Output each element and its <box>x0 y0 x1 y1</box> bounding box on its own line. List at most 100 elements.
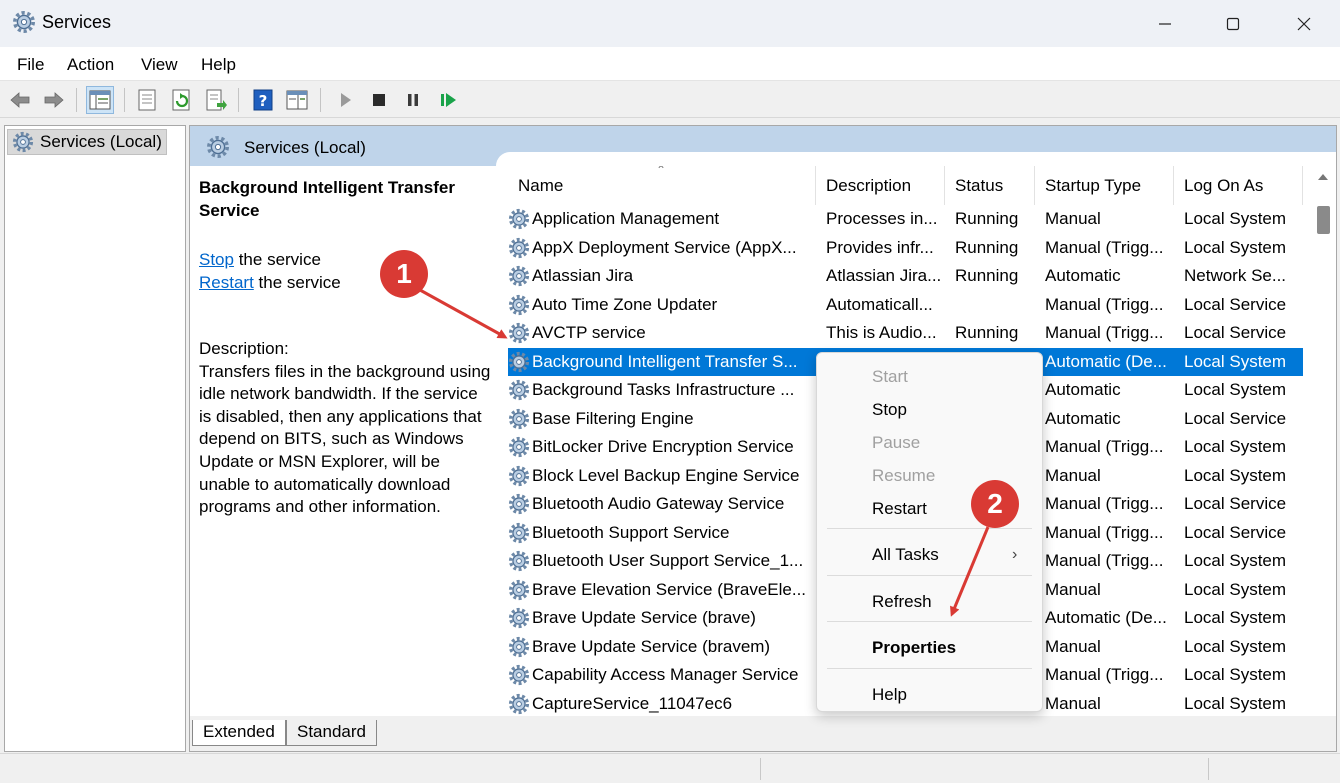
cell-log-on-as: Local System <box>1184 665 1287 684</box>
cell-name: Base Filtering Engine <box>532 408 694 428</box>
title-bar: Services <box>0 0 1340 47</box>
context-menu-help[interactable]: Help <box>872 684 907 706</box>
service-row[interactable]: AVCTP service This is Audio... Running Manu… <box>508 319 1303 348</box>
menu-file[interactable]: File <box>17 55 44 75</box>
cell-description: Processes in... <box>826 209 938 228</box>
tab-standard[interactable]: Standard <box>286 720 377 746</box>
help-toolbar-button[interactable]: ? <box>249 86 277 114</box>
column-header-status[interactable]: Status <box>945 166 1035 205</box>
minimize-icon <box>1159 22 1171 25</box>
cell-description: Automaticall... <box>826 294 933 314</box>
context-menu-restart[interactable]: Restart <box>872 498 927 520</box>
menu-help[interactable]: Help <box>201 55 236 75</box>
cell-log-on-as: Network Se... <box>1184 266 1287 285</box>
help-icon: ? <box>253 89 273 111</box>
stop-service-link[interactable]: Stop <box>199 250 234 269</box>
start-service-button[interactable] <box>331 86 359 114</box>
cell-name: Bluetooth Support Service <box>532 522 730 542</box>
cell-name: Block Level Backup Engine Service <box>532 465 800 485</box>
cell-log-on-as: Local System <box>1184 465 1287 485</box>
cell-startup-type: Manual <box>1045 693 1101 713</box>
context-menu-stop[interactable]: Stop <box>872 399 907 421</box>
cell-startup-type: Manual <box>1045 636 1101 656</box>
back-button[interactable] <box>6 86 34 114</box>
cell-log-on-as: Local System <box>1184 579 1287 599</box>
cell-log-on-as: Local Service <box>1184 294 1287 314</box>
cell-startup-type: Manual (Trigg... <box>1045 494 1164 513</box>
back-arrow-icon <box>10 92 30 108</box>
scroll-up-icon[interactable] <box>1318 174 1328 180</box>
menu-bar: File Action View Help <box>0 47 1340 81</box>
restart-icon <box>441 93 456 107</box>
pause-service-button[interactable] <box>399 86 427 114</box>
export-list-button[interactable] <box>202 86 230 114</box>
cell-startup-type: Manual (Trigg... <box>1045 323 1164 342</box>
cell-name: Bluetooth User Support Service_1... <box>532 551 804 570</box>
service-row[interactable]: Application Management Processes in... Run… <box>508 205 1303 234</box>
cell-startup-type: Manual (Trigg... <box>1045 294 1164 314</box>
context-menu-pause[interactable]: Pause <box>872 432 920 454</box>
cell-startup-type: Automatic <box>1045 408 1121 428</box>
cell-description: This is Audio... <box>826 323 937 342</box>
view-toolbar-button[interactable] <box>283 86 311 114</box>
service-row[interactable]: Auto Time Zone Updater Automaticall... Man… <box>508 291 1303 320</box>
annotation-badge-2: 2 <box>971 480 1019 528</box>
cell-name: Background Intelligent Transfer S... <box>532 351 798 371</box>
pause-icon <box>408 94 418 106</box>
cell-startup-type: Manual (Trigg... <box>1045 237 1164 257</box>
column-header-startup-type[interactable]: Startup Type <box>1035 166 1174 205</box>
service-row[interactable]: AppX Deployment Service (AppX... Provides… <box>508 234 1303 263</box>
cell-description: Atlassian Jira... <box>826 266 942 285</box>
cell-log-on-as: Local Service <box>1184 323 1287 342</box>
cell-startup-type: Manual <box>1045 209 1101 228</box>
restart-link-suffix: the service <box>253 273 341 292</box>
restart-service-button[interactable] <box>434 86 462 114</box>
context-menu-resume[interactable]: Resume <box>872 465 935 487</box>
refresh-toolbar-button[interactable] <box>168 86 196 114</box>
forward-button[interactable] <box>40 86 68 114</box>
menu-action[interactable]: Action <box>67 55 114 75</box>
cell-log-on-as: Local System <box>1184 209 1287 228</box>
vertical-scrollbar[interactable] <box>1311 166 1336 715</box>
properties-toolbar-button[interactable] <box>133 86 161 114</box>
service-row[interactable]: Atlassian Jira Atlassian Jira... Running Au… <box>508 262 1303 291</box>
tree-item-services-local[interactable]: Services (Local) <box>7 129 167 155</box>
cell-status: Running <box>955 237 1019 257</box>
context-menu-properties[interactable]: Properties <box>872 637 956 659</box>
svg-text:?: ? <box>259 92 268 110</box>
pane-header: Services (Local) <box>190 126 1336 166</box>
cell-name: Atlassian Jira <box>532 266 634 285</box>
cell-log-on-as: Local Service <box>1184 522 1287 542</box>
stop-icon <box>373 94 385 106</box>
stop-link-suffix: the service <box>233 250 321 269</box>
context-menu-start[interactable]: Start <box>872 366 908 388</box>
restart-service-link[interactable]: Restart <box>199 273 254 292</box>
selected-service-name: Background Intelligent Transfer Service <box>199 178 455 220</box>
cell-log-on-as: Local System <box>1184 437 1287 456</box>
context-menu-refresh[interactable]: Refresh <box>872 591 932 613</box>
cell-log-on-as: Local System <box>1184 608 1287 627</box>
maximize-button[interactable] <box>1210 0 1256 47</box>
console-tree-icon <box>89 90 111 110</box>
cell-name: CaptureService_11047ec6 <box>532 693 733 713</box>
show-hide-console-tree-button[interactable] <box>86 86 114 114</box>
cell-name: AppX Deployment Service (AppX... <box>532 237 797 257</box>
column-header-name[interactable]: ⌃ Name <box>508 166 816 205</box>
stop-service-button[interactable] <box>365 86 393 114</box>
cell-startup-type: Automatic <box>1045 266 1121 285</box>
cell-log-on-as: Local System <box>1184 693 1287 713</box>
minimize-button[interactable] <box>1142 0 1188 47</box>
services-gear-icon <box>12 131 34 153</box>
menu-view[interactable]: View <box>141 55 178 75</box>
column-header-log-on-as[interactable]: Log On As <box>1174 166 1303 205</box>
context-menu-all-tasks[interactable]: All Tasks <box>872 544 939 566</box>
view-tabs: Extended Standard <box>190 716 1336 751</box>
cell-name: Brave Update Service (bravem) <box>532 636 771 656</box>
column-header-description[interactable]: Description <box>816 166 945 205</box>
service-actions: Stop the service Restart the service <box>199 248 341 294</box>
tab-extended[interactable]: Extended <box>192 720 286 746</box>
scroll-thumb[interactable] <box>1317 206 1330 234</box>
cell-startup-type: Automatic (De... <box>1045 608 1167 627</box>
close-button[interactable] <box>1281 0 1327 47</box>
cell-startup-type: Automatic (De... <box>1045 351 1167 371</box>
